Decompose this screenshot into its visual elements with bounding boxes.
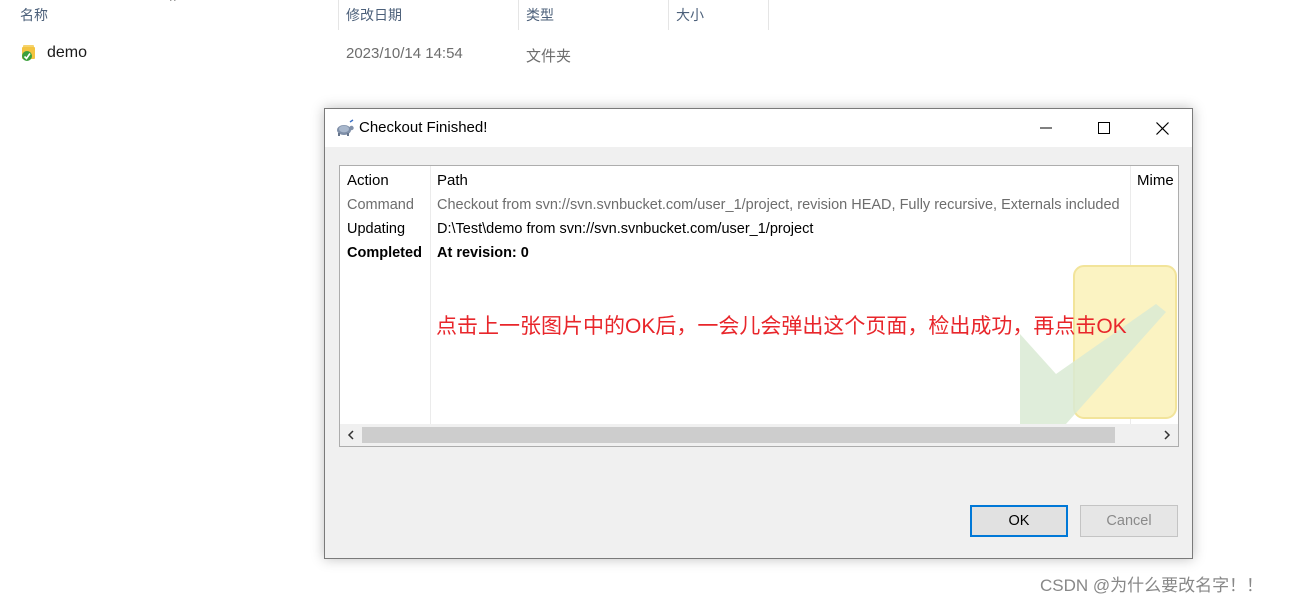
horizontal-scrollbar[interactable]	[340, 424, 1178, 446]
scroll-thumb[interactable]	[362, 427, 1115, 443]
column-divider[interactable]	[430, 166, 431, 424]
scroll-right-button[interactable]	[1156, 424, 1178, 446]
column-header-modified[interactable]: 修改日期	[346, 0, 402, 30]
dialog-titlebar[interactable]: Checkout Finished!	[325, 109, 1192, 147]
chevron-right-icon	[1164, 430, 1171, 440]
file-name[interactable]: demo	[47, 44, 87, 62]
column-header-name[interactable]: 名称	[20, 0, 48, 30]
column-divider[interactable]	[668, 0, 669, 30]
log-action: Command	[347, 197, 414, 213]
tortoisesvn-icon	[337, 119, 354, 136]
column-divider[interactable]	[768, 0, 769, 30]
annotation-text: 点击上一张图片中的OK后，一会儿会弹出这个页面，检出成功，再点击OK	[436, 315, 1127, 338]
column-header-size[interactable]: 大小	[676, 0, 704, 30]
close-icon	[1155, 121, 1169, 135]
column-header-action[interactable]: Action	[347, 172, 389, 189]
column-divider[interactable]	[518, 0, 519, 30]
checkout-log-list[interactable]: Action Path Mime Command Checkout from s…	[339, 165, 1179, 447]
column-header-path[interactable]: Path	[437, 172, 468, 189]
chevron-left-icon	[347, 430, 354, 440]
file-modified-date: 2023/10/14 14:54	[346, 45, 463, 62]
cancel-button[interactable]: Cancel	[1080, 505, 1178, 537]
ok-button[interactable]: OK	[970, 505, 1068, 537]
log-path: At revision: 0	[437, 245, 529, 261]
log-action: Completed	[347, 245, 422, 261]
minimize-button[interactable]	[1017, 109, 1075, 147]
file-row[interactable]: demo 2023/10/14 14:54 文件夹	[0, 38, 1298, 68]
file-type: 文件夹	[526, 48, 572, 65]
dialog-title: Checkout Finished!	[359, 119, 488, 136]
csdn-watermark: CSDN @为什么要改名字！！	[1040, 576, 1264, 595]
log-path: D:\Test\demo from svn://svn.svnbucket.co…	[437, 221, 814, 237]
column-divider[interactable]	[338, 0, 339, 30]
maximize-button[interactable]	[1075, 109, 1133, 147]
log-action: Updating	[347, 221, 406, 237]
log-path: Checkout from svn://svn.svnbucket.com/us…	[437, 197, 1120, 213]
scroll-left-button[interactable]	[340, 424, 362, 446]
close-button[interactable]	[1133, 109, 1191, 147]
minimize-icon	[1040, 127, 1052, 129]
column-header-type[interactable]: 类型	[526, 0, 554, 30]
tortoisesvn-checkmark-watermark-icon	[1020, 265, 1177, 424]
file-explorer: 名称 ^ 修改日期 类型 大小 demo 2023/10/14 14:54 文件…	[0, 0, 1298, 100]
checkout-finished-dialog: Checkout Finished! Action Path Mime Comm…	[324, 108, 1193, 559]
column-header-mime[interactable]: Mime	[1137, 172, 1174, 189]
maximize-icon	[1098, 122, 1110, 134]
svn-folder-icon	[22, 45, 35, 61]
sort-ascending-icon: ^	[170, 0, 176, 8]
